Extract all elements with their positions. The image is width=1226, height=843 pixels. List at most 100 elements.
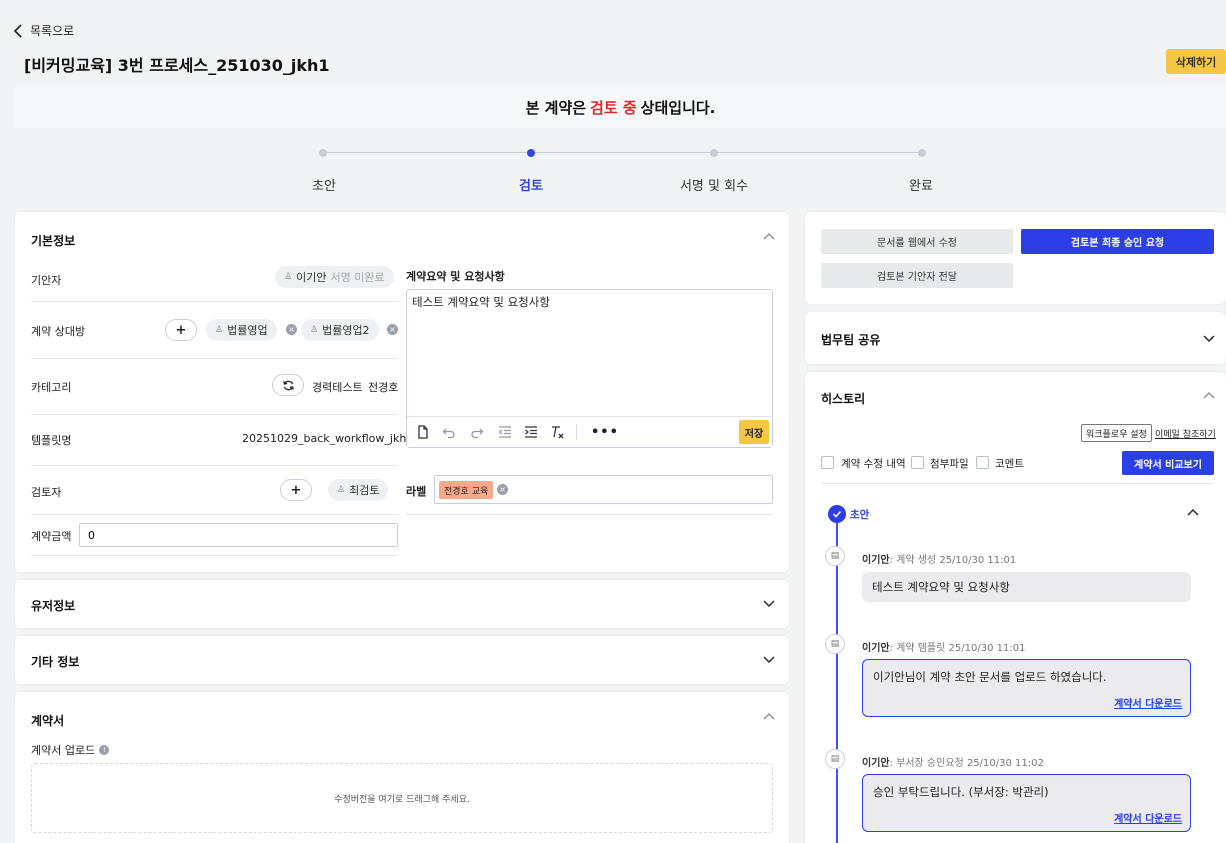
reviewer-name: 최검토 <box>349 484 380 497</box>
undo-icon[interactable] <box>442 425 456 439</box>
contract-card: 계약서 계약서 업로드 ! 수정버전을 여기로 드래그해 주세요. <box>15 692 789 843</box>
remove-label-icon[interactable]: × <box>497 484 508 495</box>
workflow-setting-button[interactable]: 워크플로우 설정 <box>1081 424 1152 442</box>
back-label: 목록으로 <box>30 24 75 38</box>
outdent-icon[interactable] <box>498 425 512 439</box>
refresh-icon <box>282 380 294 390</box>
contract-title: 계약서 <box>31 714 65 728</box>
counterparty-chip: ♙ 법률영업2 <box>301 319 379 341</box>
step-label-draft: 초안 <box>312 179 336 194</box>
indent-icon[interactable] <box>524 425 538 439</box>
legal-share-title: 법무팀 공유 <box>821 333 881 347</box>
actions-card: 문서를 웹에서 수정 검토본 최종 승인 요청 검토본 기안자 전달 <box>805 212 1226 304</box>
download-link[interactable]: 계약서 다운로드 <box>1114 695 1182 710</box>
add-counterparty-button[interactable]: + <box>165 319 197 341</box>
basic-info-title: 기본정보 <box>31 234 76 248</box>
save-button[interactable]: 저장 <box>739 420 769 444</box>
filter-checkbox[interactable] <box>976 456 989 469</box>
upload-dropzone[interactable]: 수정버전을 여기로 드래그해 주세요. <box>31 763 773 833</box>
chevron-up-icon[interactable] <box>762 710 776 724</box>
basic-info-card: 기본정보 기안자 ♙ 이기안 서명 미완료 계약 상대방 + ♙ 법률영업 × … <box>15 212 789 572</box>
add-reviewer-button[interactable]: + <box>280 479 312 501</box>
edit-web-button[interactable]: 문서를 웹에서 수정 <box>821 229 1013 254</box>
template-label: 템플릿명 <box>31 434 72 447</box>
status-suffix: 상태입니다. <box>640 98 716 117</box>
document-icon: ▤ <box>825 634 845 654</box>
remove-counterparty-icon[interactable]: × <box>286 324 297 335</box>
document-icon: ▤ <box>825 546 845 566</box>
filter-checkbox[interactable] <box>821 456 834 469</box>
counterparty-label: 계약 상대방 <box>31 325 86 338</box>
filter-checkbox[interactable] <box>911 456 924 469</box>
compare-button[interactable]: 계약서 비교보기 <box>1122 451 1214 475</box>
chevron-up-icon[interactable] <box>1186 506 1200 520</box>
category-label: 카테고리 <box>31 381 72 394</box>
history-meta: 이기안: 부서장 승인요청 25/10/30 11:02 <box>862 754 1044 769</box>
more-icon[interactable]: ••• <box>591 425 619 440</box>
user-info-card[interactable]: 유저정보 <box>15 580 789 628</box>
counterparty-name: 법률영업2 <box>322 324 370 337</box>
history-author: 이기안 <box>862 758 890 769</box>
template-value: 20251029_back_workflow_jkh1 <box>242 432 414 445</box>
counterparty-chip: ♙ 법률영업 <box>206 319 277 341</box>
label-tag: 전경호 교육 <box>439 481 494 499</box>
history-message: 이기안님이 계약 초안 문서를 업로드 하였습니다. <box>873 670 1107 684</box>
final-approval-button[interactable]: 검토본 최종 승인 요청 <box>1021 229 1214 254</box>
chevron-up-icon[interactable] <box>762 230 776 244</box>
label-input[interactable]: 전경호 교육 × <box>434 475 773 504</box>
divider <box>31 358 398 359</box>
legal-share-card[interactable]: 법무팀 공유 <box>805 312 1226 364</box>
history-title: 히스토리 <box>821 392 866 406</box>
step-label-review: 검토 <box>519 179 543 194</box>
history-card: 히스토리 워크플로우 설정 이메일 참조하기 계약 수정 내역 첨부파일 코멘트… <box>805 372 1226 843</box>
step-dot-draft <box>319 149 327 157</box>
divider <box>31 465 398 466</box>
reviewer-label: 검토자 <box>31 486 62 499</box>
download-link[interactable]: 계약서 다운로드 <box>1114 810 1182 825</box>
step-label-sign: 서명 및 회수 <box>679 179 749 194</box>
status-state: 검토 중 <box>590 98 637 117</box>
email-ref-link[interactable]: 이메일 참조하기 <box>1155 427 1216 440</box>
user-icon: ♙ <box>284 272 293 282</box>
chevron-up-icon[interactable] <box>1202 389 1216 403</box>
redo-icon[interactable] <box>470 425 484 439</box>
divider <box>821 483 1214 484</box>
chevron-down-icon[interactable] <box>762 652 776 666</box>
user-info-title: 유저정보 <box>31 599 76 613</box>
history-meta: 이기안: 계약 생성 25/10/30 11:01 <box>862 551 1016 566</box>
other-info-card[interactable]: 기타 정보 <box>15 636 789 684</box>
history-author: 이기안 <box>862 643 890 654</box>
toolbar-divider <box>576 424 577 440</box>
divider <box>31 414 398 415</box>
divider <box>31 555 398 556</box>
history-meta: 이기안: 계약 템플릿 25/10/30 11:01 <box>862 639 1025 654</box>
history-action: : 계약 템플릿 <box>889 643 946 654</box>
drafter-status: 서명 미완료 <box>330 271 385 284</box>
document-icon[interactable] <box>416 425 430 439</box>
send-drafter-button[interactable]: 검토본 기안자 전달 <box>821 263 1013 288</box>
document-icon: ▤ <box>825 749 845 769</box>
refresh-category-button[interactable] <box>272 374 304 396</box>
clear-format-icon[interactable] <box>550 425 564 439</box>
chevron-down-icon[interactable] <box>762 596 776 610</box>
remove-counterparty-icon[interactable]: × <box>387 324 398 335</box>
summary-label: 계약요약 및 요청사항 <box>406 270 505 283</box>
divider <box>31 301 398 302</box>
editor-toolbar: ••• 저장 <box>407 416 772 447</box>
page-title: [비커밍교육] 3번 프로세스_251030_jkh1 <box>24 56 330 75</box>
status-prefix: 본 계약은 <box>525 98 587 117</box>
history-action: : 계약 생성 <box>889 555 937 566</box>
history-action: : 부서장 승인요청 <box>889 758 964 769</box>
stepper-line <box>323 152 921 153</box>
history-time: 25/10/30 11:02 <box>966 758 1044 769</box>
amount-input[interactable] <box>79 523 398 547</box>
delete-button[interactable]: 삭제하기 <box>1166 49 1226 74</box>
counterparty-name: 법률영업 <box>227 324 268 337</box>
chevron-down-icon[interactable] <box>1202 331 1216 345</box>
back-link[interactable]: 목록으로 <box>12 22 74 39</box>
summary-editor[interactable]: 테스트 계약요약 및 요청사항 ••• 저장 <box>406 289 773 448</box>
summary-text[interactable]: 테스트 계약요약 및 요청사항 <box>412 294 550 310</box>
divider <box>406 514 773 515</box>
drafter-label: 기안자 <box>31 274 62 287</box>
step-dot-done <box>918 149 926 157</box>
